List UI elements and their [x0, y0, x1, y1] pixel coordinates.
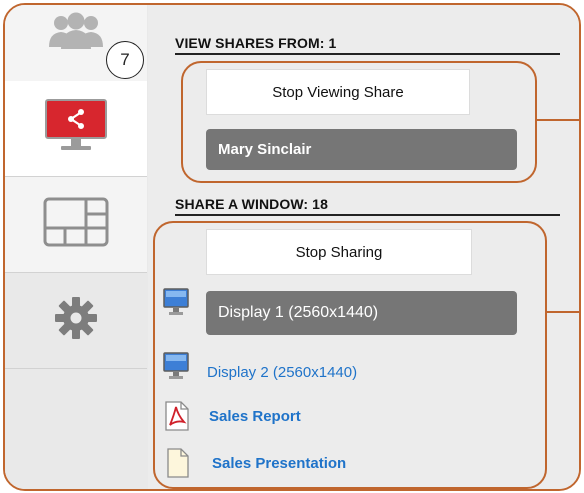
display-1-button[interactable]: Display 1 (2560x1440)	[206, 291, 517, 335]
content-panel: VIEW SHARES FROM: 1 Stop Viewing Share M…	[148, 5, 579, 489]
view-shares-title: VIEW SHARES FROM: 1	[175, 35, 560, 55]
monitor-icon	[162, 351, 190, 383]
sidebar-rail: 7	[5, 5, 148, 489]
pdf-icon	[164, 401, 190, 431]
sales-report-label: Sales Report	[209, 407, 301, 425]
tab-content-sharing[interactable]	[5, 81, 147, 177]
participant-count-badge: 7	[106, 41, 144, 79]
monitor-icon	[162, 287, 190, 319]
share-screen-icon	[45, 99, 107, 158]
people-icon	[47, 11, 105, 56]
gear-icon	[54, 296, 98, 345]
share-item-display-2[interactable]: Display 2 (2560x1440)	[162, 351, 357, 383]
sales-presentation-label: Sales Presentation	[212, 454, 347, 472]
callout-leader-view-shares	[535, 119, 579, 121]
sharing-panel-frame: 7 VIEW SHARES FROM: 1 Stop Viewing Share…	[3, 3, 581, 491]
share-item-display-1[interactable]	[162, 287, 190, 319]
layout-grid-icon	[43, 197, 109, 252]
share-item-sales-presentation[interactable]: Sales Presentation	[166, 448, 346, 478]
stop-viewing-share-button[interactable]: Stop Viewing Share	[206, 69, 470, 115]
tab-participants[interactable]: 7	[5, 5, 147, 82]
share-item-sales-report[interactable]: Sales Report	[164, 401, 301, 431]
stop-sharing-button[interactable]: Stop Sharing	[206, 229, 472, 275]
tab-settings[interactable]	[5, 273, 147, 369]
callout-leader-share-window	[545, 311, 579, 313]
tab-layout[interactable]	[5, 177, 147, 273]
sidebar-empty-area	[5, 369, 147, 489]
display-2-label: Display 2 (2560x1440)	[207, 363, 358, 381]
shared-participant-item[interactable]: Mary Sinclair	[206, 129, 517, 170]
share-window-title: SHARE A WINDOW: 18	[175, 196, 560, 216]
document-icon	[166, 448, 190, 478]
